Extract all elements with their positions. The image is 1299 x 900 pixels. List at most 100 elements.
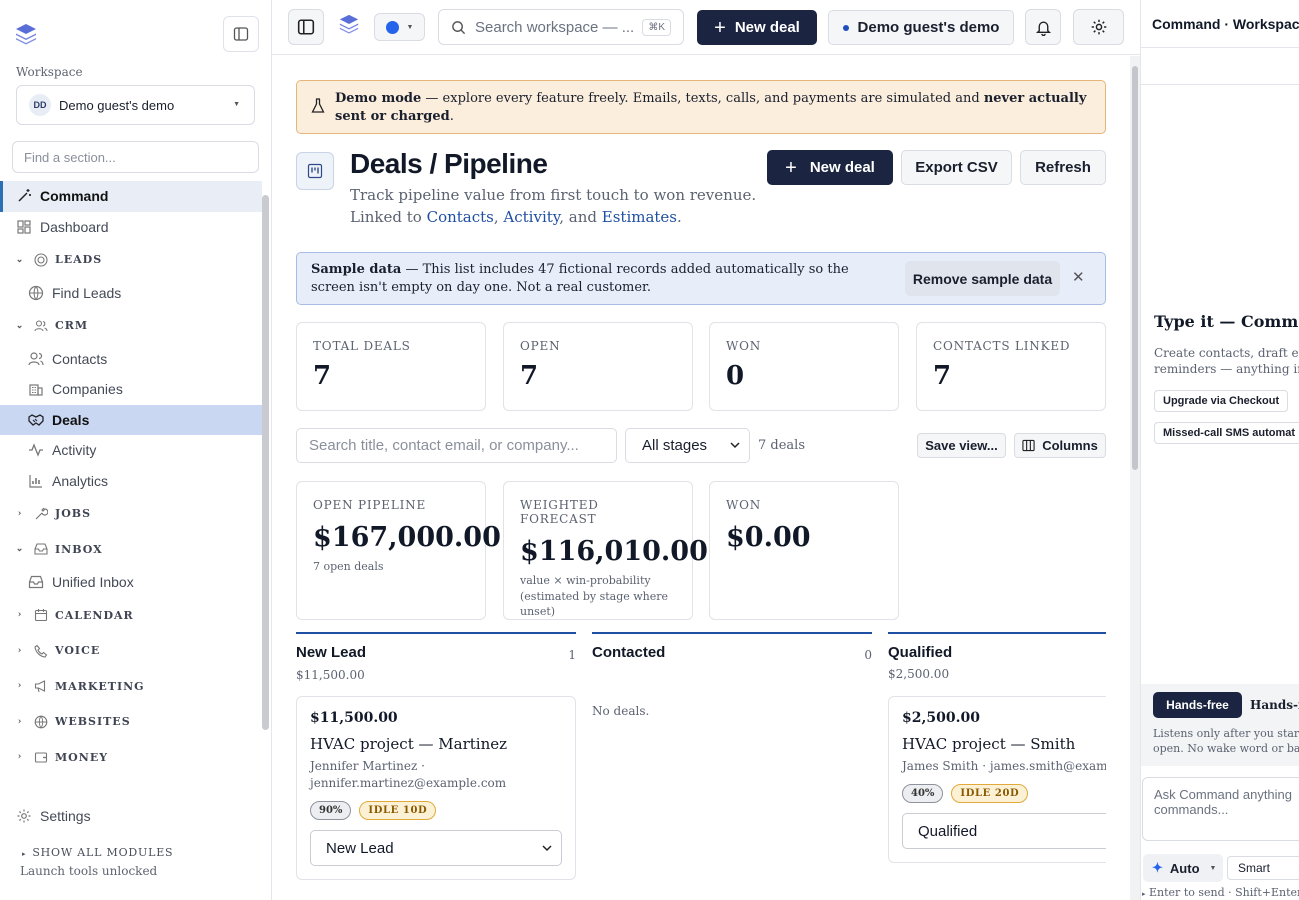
suggestion-chip-missed-call[interactable]: Missed-call SMS automat (1154, 422, 1299, 444)
stage-filter-select[interactable]: All stages (625, 428, 750, 463)
sidebar-section-label: INBOX (55, 542, 103, 556)
refresh-button[interactable]: Refresh (1020, 150, 1106, 185)
estimates-link[interactable]: Estimates (602, 208, 677, 226)
workspace-search-input[interactable]: Search workspace — ... ⌘K (438, 9, 684, 45)
contacts-link[interactable]: Contacts (427, 208, 494, 226)
deal-stage-select[interactable]: New Lead (310, 830, 562, 866)
sidebar-section-calendar[interactable]: › CALENDAR (0, 598, 262, 634)
sidebar-section-label: MONEY (55, 750, 109, 764)
stat-label: CONTACTS LINKED (933, 339, 1071, 353)
workspace-select[interactable]: DD Demo guest's demo ▼ (16, 85, 255, 125)
suggestion-chip-upgrade[interactable]: Upgrade via Checkout (1154, 390, 1289, 412)
hands-free-description-line: Listens only after you start (1153, 727, 1299, 740)
notifications-button[interactable] (1025, 9, 1061, 45)
hands-free-label: Hands-fr (1250, 698, 1299, 712)
workspace-avatar: DD (29, 94, 51, 116)
contacts-icon (28, 351, 44, 367)
stat-card-won: WON 0 (709, 322, 899, 411)
sample-data-bold: Sample data (311, 262, 402, 277)
top-bar: ▼ Search workspace — ... ⌘K + New deal D… (272, 0, 1140, 55)
toggle-sidebar-button[interactable] (288, 9, 324, 45)
sidebar-item-command[interactable]: Command (0, 181, 262, 212)
sidebar-item-deals[interactable]: Deals (0, 404, 262, 435)
sidebar-section-inbox[interactable]: ⌄ INBOX (0, 532, 262, 568)
stat-label: OPEN (520, 339, 561, 353)
deal-stage-select[interactable]: Qualified (902, 813, 1106, 849)
sidebar: Workspace DD Demo guest's demo ▼ Find a … (0, 0, 272, 900)
gear-icon (16, 808, 32, 824)
sidebar-section-websites[interactable]: › WEBSITES (0, 704, 262, 740)
stat-value: 7 (313, 361, 332, 391)
sidebar-section-label: CRM (55, 319, 89, 333)
sidebar-scrollbar[interactable] (262, 195, 269, 730)
sidebar-section-leads[interactable]: ⌄ LEADS (0, 242, 262, 278)
deal-contact: Jennifer Martinez · jennifer.martinez@ex… (310, 759, 507, 790)
scrollbar-thumb[interactable] (1132, 66, 1138, 470)
sidebar-item-dashboard[interactable]: Dashboard (0, 212, 262, 243)
sidebar-section-money[interactable]: › MONEY (0, 740, 262, 776)
sidebar-section-crm[interactable]: ⌄ CRM (0, 308, 262, 344)
caret-right-icon: ▸ (1142, 890, 1146, 898)
smart-select[interactable]: Smart (1227, 856, 1299, 880)
stat-value: 7 (933, 361, 952, 391)
caret-down-icon: ▼ (233, 101, 240, 108)
command-input[interactable]: Ask Command anything commands... (1142, 777, 1299, 841)
export-csv-button[interactable]: Export CSV (901, 150, 1012, 185)
chevron-right-icon: › (17, 645, 23, 656)
demo-mode-bold: Demo mode (335, 91, 422, 106)
main-scrollbar[interactable] (1130, 56, 1140, 900)
find-section-input[interactable]: Find a section... (12, 141, 259, 173)
columns-button[interactable]: Columns (1014, 433, 1106, 458)
hands-free-button[interactable]: Hands-free (1153, 692, 1242, 718)
sidebar-item-label: Dashboard (40, 218, 109, 235)
page-subtitle: Track pipeline value from first touch to… (350, 184, 756, 228)
probability-badge: 90% (310, 801, 352, 820)
sidebar-item-unified-inbox[interactable]: Unified Inbox (0, 567, 262, 598)
sidebar-item-analytics[interactable]: Analytics (0, 466, 262, 497)
sidebar-item-label: Unified Inbox (52, 574, 134, 591)
app-logo-icon[interactable] (338, 13, 360, 40)
show-all-modules-toggle[interactable]: ▸ SHOW ALL MODULES (22, 846, 173, 859)
sidebar-section-voice[interactable]: › VOICE (0, 633, 262, 669)
command-description: Create contacts, draft ema reminders — a… (1154, 345, 1299, 377)
model-mode-button[interactable]: ✦ Auto ▼ (1143, 854, 1223, 882)
sidebar-item-find-leads[interactable]: Find Leads (0, 278, 262, 309)
sidebar-section-label: VOICE (55, 644, 101, 658)
app-logo-icon[interactable] (14, 22, 38, 46)
close-icon[interactable]: ✕ (1072, 268, 1085, 286)
sidebar-section-jobs[interactable]: › JOBS (0, 496, 262, 532)
new-deal-button[interactable]: + New deal (697, 10, 817, 45)
sidebar-item-settings[interactable]: Settings (16, 808, 91, 824)
sidebar-item-label: Analytics (52, 472, 109, 489)
deal-card[interactable]: $2,500.00 HVAC project — Smith James Smi… (888, 696, 1106, 863)
sidebar-item-activity[interactable]: Activity (0, 435, 262, 466)
sidebar-section-marketing[interactable]: › MARKETING (0, 669, 262, 705)
linked-prefix: Linked to (350, 208, 427, 226)
sidebar-item-companies[interactable]: Companies (0, 374, 262, 405)
save-view-button[interactable]: Save view... (917, 433, 1006, 458)
chevron-down-icon: ⌄ (15, 320, 25, 331)
column-count: 1 (568, 648, 576, 662)
activity-link[interactable]: Activity (503, 208, 559, 226)
new-deal-primary-button[interactable]: + New deal (767, 150, 893, 185)
deal-card[interactable]: $11,500.00 HVAC project — Martinez Jenni… (296, 696, 576, 880)
command-description-line: reminders — anything in (1154, 362, 1299, 376)
search-icon (452, 20, 466, 34)
remove-sample-data-button[interactable]: Remove sample data (905, 261, 1060, 296)
sidebar-item-label: Find Leads (52, 284, 122, 301)
workspace-switcher-button[interactable]: Demo guest's demo (828, 10, 1014, 45)
settings-button[interactable] (1073, 9, 1124, 45)
hands-free-description: Listens only after you start open. No wa… (1153, 726, 1299, 756)
sidebar-collapse-button[interactable] (223, 16, 259, 52)
panel-left-icon (297, 19, 315, 35)
send-hint: ▸ Enter to send · Shift+Enter for (1142, 886, 1299, 899)
color-picker-button[interactable]: ▼ (374, 13, 425, 41)
pipeline-column-qualified: Qualified $2,500.00 $2,500.00 HVAC proje… (888, 632, 1106, 900)
sidebar-item-contacts[interactable]: Contacts (0, 344, 262, 375)
caret-right-icon: ▸ (22, 850, 27, 858)
page-icon (296, 152, 334, 190)
idle-badge: IDLE 20D (951, 784, 1029, 803)
deal-search-input[interactable]: Search title, contact email, or company.… (296, 428, 617, 463)
deal-count: 7 deals (758, 438, 805, 453)
globe-icon (34, 715, 48, 729)
